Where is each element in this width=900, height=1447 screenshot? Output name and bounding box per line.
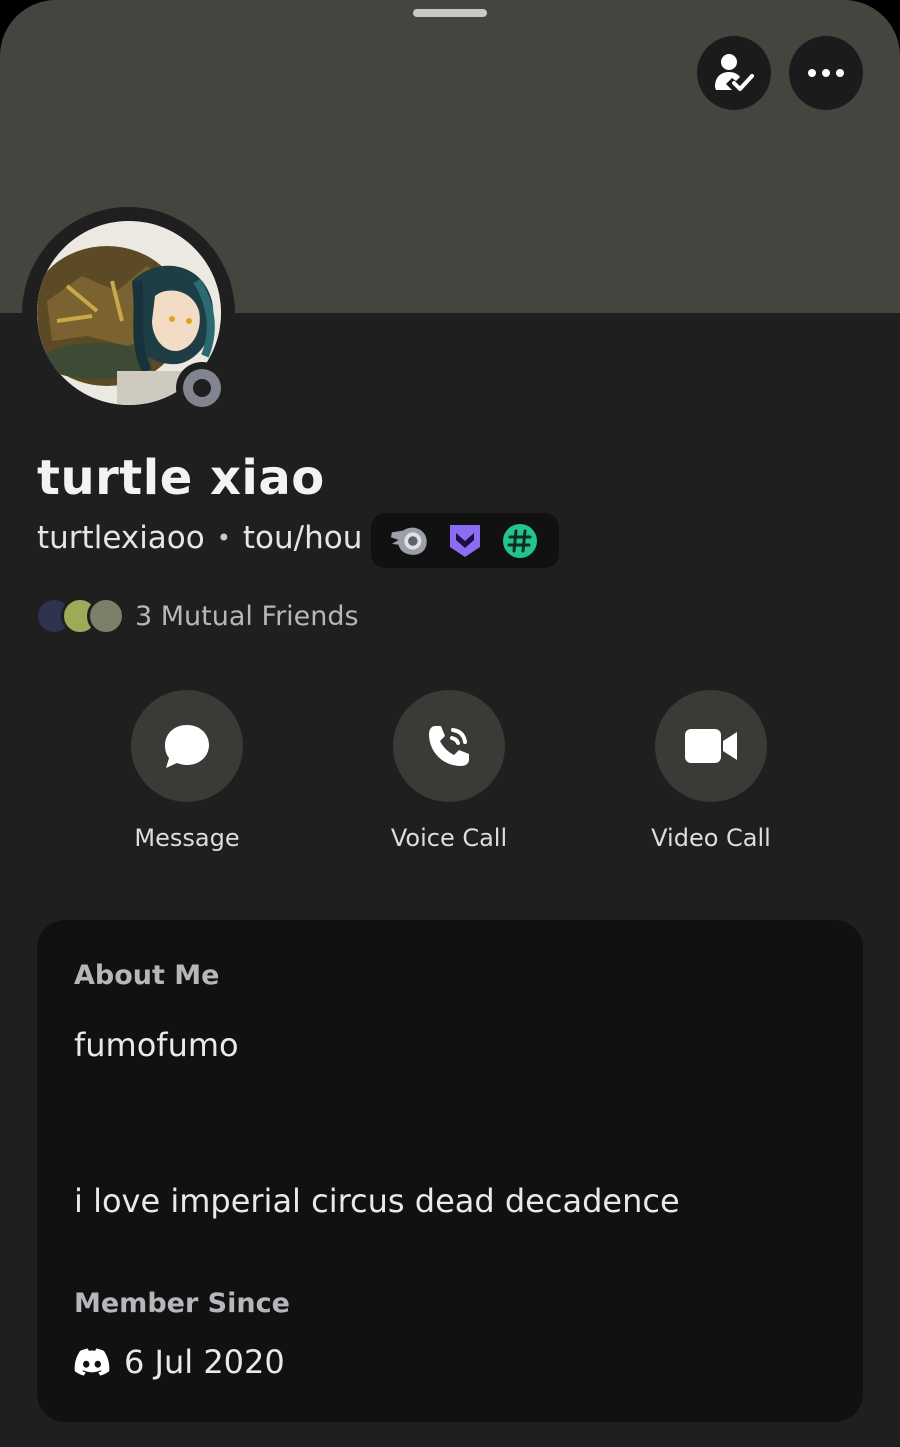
message-button[interactable] <box>131 690 243 802</box>
status-indicator <box>176 362 228 414</box>
video-call-label: Video Call <box>651 824 771 852</box>
about-me-line-2[interactable]: i love imperial circus dead decadence <box>74 1182 680 1220</box>
member-since-heading: Member Since <box>74 1288 290 1319</box>
friend-check-icon <box>715 54 754 91</box>
chat-bubble-icon <box>165 725 209 768</box>
member-since-date: 6 Jul 2020 <box>124 1343 285 1381</box>
voice-call-button[interactable] <box>393 690 505 802</box>
video-camera-icon <box>685 729 737 763</box>
more-options-button[interactable] <box>789 36 863 110</box>
mutual-friends[interactable]: 3 Mutual Friends <box>35 596 359 636</box>
voice-call-action[interactable]: Voice Call <box>339 690 559 860</box>
message-label: Message <box>134 824 240 852</box>
about-me-heading: About Me <box>74 960 220 991</box>
pronouns: tou/hou <box>242 520 363 556</box>
video-call-action[interactable]: Video Call <box>601 690 821 860</box>
friend-status-button[interactable] <box>697 36 771 110</box>
display-name: turtle xiao <box>37 450 325 506</box>
mutual-friends-count: 3 Mutual Friends <box>135 600 359 632</box>
mutual-friend-avatar <box>87 597 125 635</box>
offline-status-icon <box>183 369 221 407</box>
discord-logo-icon <box>74 1348 110 1376</box>
voice-call-label: Voice Call <box>390 824 508 852</box>
hypesquad-badge[interactable] <box>390 521 430 561</box>
member-since-row: 6 Jul 2020 <box>74 1343 285 1381</box>
profile-sheet: turtle xiao turtlexiaoo • tou/hou 3 Mutu… <box>0 0 900 1447</box>
video-call-button[interactable] <box>655 690 767 802</box>
separator-dot: • <box>216 524 231 552</box>
hashtag-icon <box>502 523 537 558</box>
hashtag-badge[interactable] <box>500 521 540 561</box>
message-action[interactable]: Message <box>77 690 297 860</box>
sheet-drag-handle[interactable] <box>413 9 487 17</box>
about-me-line-1[interactable]: fumofumo <box>74 1026 239 1064</box>
phone-icon <box>429 726 469 766</box>
username[interactable]: turtlexiaoo <box>37 520 205 556</box>
hypesquad-icon <box>391 527 428 555</box>
nitro-icon <box>449 524 480 557</box>
more-dots-icon <box>808 69 844 77</box>
nitro-badge[interactable] <box>445 521 485 561</box>
username-line: turtlexiaoo • tou/hou <box>37 520 362 556</box>
profile-info-card: About Me fumofumo i love imperial circus… <box>37 920 863 1422</box>
badge-list <box>371 513 559 568</box>
